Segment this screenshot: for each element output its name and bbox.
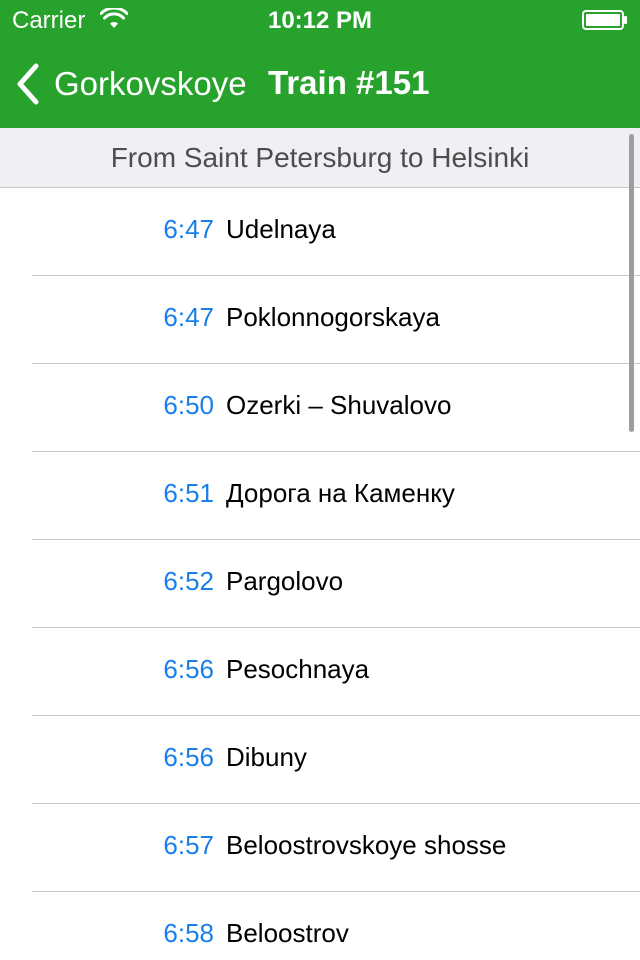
scrollbar[interactable] — [629, 134, 634, 432]
list-item[interactable]: 6:58 Beloostrov — [0, 892, 640, 960]
back-button-label: Gorkovskoye — [54, 65, 247, 102]
stop-station: Poklonnogorskaya — [226, 302, 440, 332]
list-item[interactable]: 6:52 Pargolovo — [0, 540, 640, 628]
stop-time: 6:58 — [163, 918, 214, 948]
stop-time: 6:51 — [163, 478, 214, 508]
stop-station: Beloostrov — [226, 918, 349, 948]
section-header: From Saint Petersburg to Helsinki — [0, 128, 640, 188]
list-item[interactable]: 6:51 Дорога на Каменку — [0, 452, 640, 540]
page-title: Train #151 — [268, 64, 430, 101]
stop-time: 6:50 — [163, 390, 214, 420]
list-item[interactable]: 6:56 Pesochnaya — [0, 628, 640, 716]
status-time: 10:12 PM — [267, 7, 373, 34]
screen: Carrier 10:12 PM Gorkovskoye Train #151 — [0, 0, 640, 960]
list-item[interactable]: 6:57 Beloostrovskoye shosse — [0, 804, 640, 892]
stop-time: 6:52 — [163, 566, 214, 596]
list-item[interactable]: 6:56 Dibuny — [0, 716, 640, 804]
list-item[interactable]: 6:47 Poklonnogorskaya — [0, 276, 640, 364]
stop-station: Beloostrovskoye shosse — [226, 830, 507, 860]
stop-time: 6:56 — [163, 654, 214, 684]
stop-station: Дорога на Каменку — [226, 478, 455, 508]
navigation-bar: Gorkovskoye Train #151 — [0, 40, 640, 128]
list-item[interactable]: 6:47 Udelnaya — [0, 188, 640, 276]
stop-station: Pesochnaya — [226, 654, 370, 684]
stop-time: 6:47 — [163, 302, 214, 332]
stops-list: 6:47 Udelnaya 6:47 Poklonnogorskaya 6:50… — [0, 188, 640, 960]
stop-time: 6:57 — [163, 830, 214, 860]
chevron-left-icon — [17, 63, 39, 105]
header: Carrier 10:12 PM Gorkovskoye Train #151 — [0, 0, 640, 128]
back-button[interactable]: Gorkovskoye — [14, 62, 247, 106]
stop-station: Ozerki – Shuvalovo — [226, 390, 452, 420]
battery-icon — [582, 10, 627, 30]
stop-time: 6:56 — [163, 742, 214, 772]
status-bar: Carrier 10:12 PM — [0, 0, 640, 40]
stop-time: 6:47 — [163, 214, 214, 244]
list-item[interactable]: 6:50 Ozerki – Shuvalovo — [0, 364, 640, 452]
stop-station: Dibuny — [226, 742, 307, 772]
stop-station: Pargolovo — [226, 566, 344, 596]
stop-station: Udelnaya — [226, 214, 336, 244]
